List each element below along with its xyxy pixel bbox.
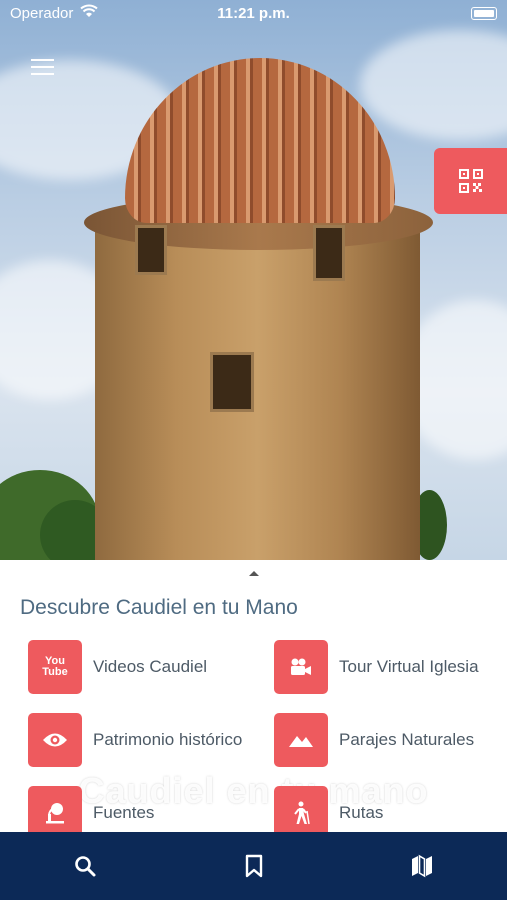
panel-title: Descubre Caudiel en tu Mano bbox=[20, 596, 298, 619]
youtube-logo-text-bottom: Tube bbox=[42, 666, 68, 678]
item-label: Tour Virtual Iglesia bbox=[339, 657, 479, 676]
hiker-icon bbox=[274, 786, 328, 832]
bookmark-icon bbox=[245, 854, 263, 878]
tab-bar bbox=[0, 832, 507, 900]
fountain-icon bbox=[28, 786, 82, 832]
mountain-icon bbox=[274, 713, 328, 767]
item-videos-caudiel[interactable]: You Tube Videos Caudiel bbox=[28, 640, 207, 694]
item-fuentes[interactable]: Fuentes bbox=[28, 786, 154, 832]
tab-map[interactable] bbox=[402, 846, 442, 886]
item-parajes[interactable]: Parajes Naturales bbox=[274, 713, 474, 767]
item-label: Fuentes bbox=[93, 803, 155, 822]
tab-search[interactable] bbox=[65, 846, 105, 886]
item-rutas[interactable]: Rutas bbox=[274, 786, 383, 832]
qr-scan-button[interactable] bbox=[434, 148, 507, 214]
video-camera-icon bbox=[274, 640, 328, 694]
tab-bookmarks[interactable] bbox=[234, 846, 274, 886]
discover-panel: Caudiel en tu mano Descubre Caudiel en t… bbox=[0, 560, 507, 832]
map-icon bbox=[412, 854, 432, 878]
chevron-up-icon bbox=[248, 571, 259, 576]
youtube-icon: You Tube bbox=[28, 640, 82, 694]
battery-icon bbox=[471, 7, 497, 20]
item-label: Videos Caudiel bbox=[93, 657, 208, 676]
status-bar: Operador 11:21 p.m. bbox=[0, 0, 507, 28]
item-patrimonio[interactable]: Patrimonio histórico bbox=[28, 713, 242, 767]
menu-button[interactable] bbox=[31, 58, 55, 76]
item-tour-virtual[interactable]: Tour Virtual Iglesia bbox=[274, 640, 479, 694]
qr-code-icon bbox=[458, 169, 483, 193]
hero-tower-photo bbox=[0, 0, 507, 560]
panel-collapse-handle[interactable] bbox=[0, 560, 507, 586]
eye-icon bbox=[28, 713, 82, 767]
search-icon bbox=[75, 856, 96, 877]
item-label: Rutas bbox=[339, 803, 384, 822]
hamburger-icon bbox=[31, 59, 54, 61]
item-label: Patrimonio histórico bbox=[93, 730, 243, 749]
clock: 11:21 p.m. bbox=[217, 5, 290, 22]
item-label: Parajes Naturales bbox=[339, 730, 475, 749]
